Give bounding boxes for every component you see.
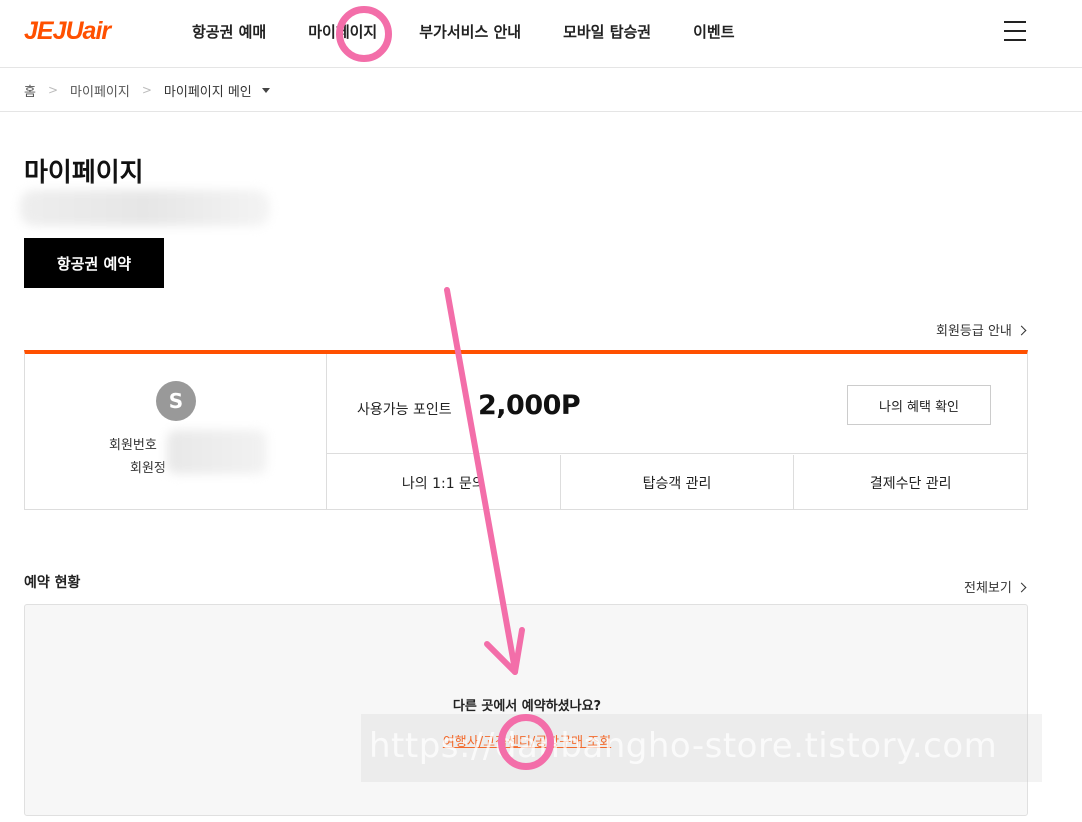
view-all-label: 전체보기 [964, 581, 1012, 596]
nav-mobile-boarding-pass[interactable]: 모바일 탑승권 [563, 22, 651, 42]
blurred-member-values [167, 430, 267, 474]
member-name-label: 회원정 [130, 461, 166, 476]
watermark-text: https://danbangho-store.tistory.com [369, 726, 998, 766]
chevron-right-icon: > [141, 83, 152, 97]
nav-events[interactable]: 이벤트 [693, 22, 734, 42]
member-actions: 나의 1:1 문의 탑승객 관리 결제수단 관리 [327, 455, 1027, 510]
avatar: S [156, 381, 196, 421]
nav-flight-booking[interactable]: 항공권 예매 [192, 22, 266, 42]
global-header: JEJUair 항공권 예매 마이페이지 부가서비스 안내 모바일 탑승권 이벤… [0, 0, 1082, 68]
member-card: S 회원번호 회원정 사용가능 포인트 2,000P 나의 혜택 확인 나의 1… [24, 350, 1028, 510]
my-benefits-button[interactable]: 나의 혜택 확인 [847, 385, 991, 425]
points-value: 2,000P [478, 390, 581, 421]
jejuair-logo[interactable]: JEJUair [24, 17, 111, 46]
member-grade-label: 회원등급 안내 [936, 324, 1012, 339]
nav-extra-services[interactable]: 부가서비스 안내 [419, 22, 521, 42]
chevron-right-icon: > [47, 83, 59, 97]
breadcrumb: 홈 > 마이페이지 > 마이페이지 메인 [0, 69, 1082, 112]
book-flight-button[interactable]: 항공권 예약 [24, 238, 164, 288]
passenger-management-button[interactable]: 탑승객 관리 [561, 455, 795, 510]
member-grade-link[interactable]: 회원등급 안내 [936, 320, 1027, 339]
chevron-right-icon [1016, 582, 1027, 592]
reservation-status-title: 예약 현황 [24, 575, 81, 591]
breadcrumb-home[interactable]: 홈 [24, 81, 36, 100]
member-info: S 회원번호 회원정 [25, 354, 327, 510]
breadcrumb-current-dropdown[interactable]: 마이페이지 메인 [164, 81, 270, 100]
view-all-link[interactable]: 전체보기 [964, 577, 1027, 596]
blurred-greeting [20, 190, 270, 226]
watermark: https://danbangho-store.tistory.com [361, 714, 1042, 782]
points-panel: 사용가능 포인트 2,000P 나의 혜택 확인 [327, 354, 1027, 454]
payment-method-button[interactable]: 결제수단 관리 [794, 455, 1027, 510]
breadcrumb-current-label: 마이페이지 메인 [163, 84, 252, 100]
caret-down-icon [261, 87, 270, 93]
inquiry-button[interactable]: 나의 1:1 문의 [327, 455, 561, 510]
page-title: 마이페이지 [24, 158, 144, 188]
main-nav: 항공권 예매 마이페이지 부가서비스 안내 모바일 탑승권 이벤트 [192, 22, 777, 42]
breadcrumb-mypage[interactable]: 마이페이지 [70, 81, 130, 100]
reservation-question: 다른 곳에서 예약하셨나요? [452, 699, 602, 714]
member-number-label: 회원번호 [109, 438, 157, 453]
chevron-right-icon [1016, 325, 1027, 335]
hamburger-menu-icon[interactable] [1004, 21, 1026, 41]
annotation-circle-link [498, 714, 554, 770]
points-label: 사용가능 포인트 [357, 402, 452, 418]
reservation-box: 다른 곳에서 예약하셨나요? 여행사/고객센터/공항구매 조회 [24, 604, 1028, 816]
annotation-circle-nav [336, 6, 392, 62]
